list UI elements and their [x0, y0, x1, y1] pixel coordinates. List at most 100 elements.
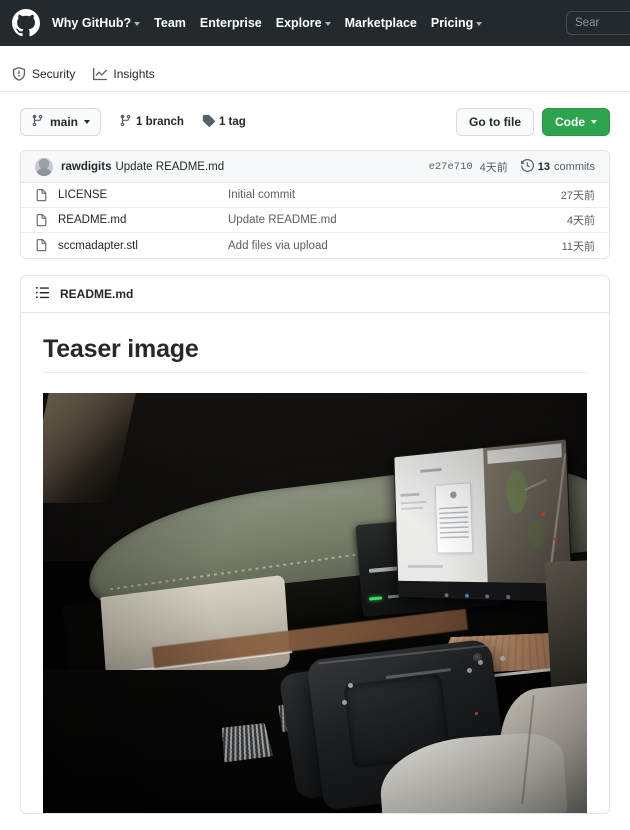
yoke-button	[347, 682, 353, 688]
chevron-down-icon	[476, 22, 483, 26]
global-nav: Why GitHub? Team Enterprise Explore Mark…	[52, 16, 483, 30]
history-icon	[520, 158, 534, 175]
branch-count-label: 1 branch	[136, 116, 184, 128]
nav-label: Explore	[275, 16, 322, 30]
latest-commit-bar: rawdigits Update README.md e27e710 4天前 1…	[21, 151, 609, 183]
go-to-file-label: Go to file	[469, 115, 521, 129]
screen-control-icon	[444, 592, 449, 597]
tab-label: Insights	[113, 67, 155, 81]
yoke-button	[478, 659, 484, 665]
commit-author[interactable]: rawdigits	[61, 161, 111, 173]
screen-control-icon	[484, 593, 489, 598]
readme-panel: README.md Teaser image	[20, 275, 610, 814]
table-row[interactable]: LICENSE Initial commit 27天前	[21, 183, 609, 208]
screen-text-line	[400, 500, 427, 505]
page-title: Teaser image	[43, 335, 587, 373]
file-list-box: rawdigits Update README.md e27e710 4天前 1…	[20, 150, 610, 259]
search-input[interactable]: Sear	[566, 11, 630, 35]
code-button[interactable]: Code	[542, 108, 610, 136]
branch-count[interactable]: 1 branch	[119, 114, 184, 130]
screen-control-icon	[464, 592, 469, 598]
search-placeholder-text: Sear	[575, 17, 600, 29]
teaser-image	[43, 393, 587, 813]
nav-item-explore[interactable]: Explore	[276, 16, 331, 30]
screen-title-bar	[419, 468, 442, 473]
file-commit-message[interactable]: Update README.md	[228, 214, 567, 226]
chevron-down-icon	[134, 22, 141, 26]
nav-label: Enterprise	[199, 16, 262, 30]
file-name[interactable]: sccmadapter.stl	[58, 240, 228, 252]
repository-main: main 1 branch 1 tag Go to file Code rawd…	[0, 92, 630, 814]
nav-label: Team	[154, 16, 186, 30]
nav-item-marketplace[interactable]: Marketplace	[345, 16, 417, 30]
accelerator-pedal	[221, 722, 274, 762]
code-label: Code	[555, 115, 585, 129]
readme-content: Teaser image	[21, 313, 609, 813]
repo-actions: Go to file Code	[456, 108, 610, 136]
global-header: Why GitHub? Team Enterprise Explore Mark…	[0, 0, 630, 46]
graph-icon	[93, 67, 108, 81]
git-branch-icon	[119, 114, 132, 130]
map-pin	[552, 536, 557, 540]
screen-footer-text	[407, 564, 443, 568]
table-row[interactable]: sccmadapter.stl Add files via upload 11天…	[21, 233, 609, 258]
file-icon	[35, 239, 49, 252]
chevron-down-icon	[324, 22, 331, 26]
screen-card-icon	[449, 490, 457, 498]
screen-card-lines	[439, 506, 469, 539]
file-commit-message[interactable]: Add files via upload	[228, 240, 562, 252]
tag-icon	[202, 114, 215, 130]
screen-text-line	[400, 492, 419, 497]
table-row[interactable]: README.md Update README.md 4天前	[21, 208, 609, 233]
nav-label: Pricing	[430, 16, 474, 30]
file-name[interactable]: README.md	[58, 214, 228, 226]
map-road	[549, 452, 566, 565]
map-road	[524, 478, 547, 490]
sidebar-item-insights[interactable]: Insights	[93, 67, 155, 91]
file-name[interactable]: LICENSE	[58, 189, 228, 201]
chevron-down-icon	[591, 120, 597, 124]
commit-message[interactable]: Update README.md	[115, 161, 224, 173]
screen-left-pane	[394, 447, 489, 599]
file-icon	[35, 213, 49, 227]
commit-sha[interactable]: e27e710	[429, 161, 473, 173]
repository-nav: Security Insights	[0, 46, 630, 92]
yoke-button	[342, 699, 348, 705]
screen-text-line	[400, 506, 423, 510]
map-pin	[540, 511, 546, 516]
tag-count-label: 1 tag	[218, 116, 246, 128]
file-commit-message[interactable]: Initial commit	[228, 189, 561, 201]
branch-selector-button[interactable]: main	[20, 108, 102, 136]
commits-label: commits	[554, 160, 595, 173]
tab-label: Security	[32, 67, 76, 81]
readme-header: README.md	[21, 276, 609, 313]
commits-count-link[interactable]: 13 commits	[520, 158, 595, 175]
avatar[interactable]	[35, 157, 53, 176]
branch-toolbar: main 1 branch 1 tag Go to file Code	[20, 108, 610, 136]
nav-item-pricing[interactable]: Pricing	[430, 16, 483, 30]
screen-control-icon	[505, 594, 511, 599]
chevron-down-icon	[84, 120, 91, 124]
nav-item-enterprise[interactable]: Enterprise	[200, 16, 262, 30]
nav-label: Marketplace	[344, 16, 417, 30]
sidebar-item-security[interactable]: Security	[12, 67, 75, 91]
github-octocat-icon[interactable]	[12, 9, 40, 37]
file-age: 27天前	[560, 190, 595, 202]
screen-card	[434, 481, 474, 554]
shield-icon	[12, 67, 26, 81]
git-branch-icon	[31, 114, 44, 130]
commit-date: 4天前	[479, 161, 508, 174]
file-age: 11天前	[561, 240, 595, 253]
commits-count: 13	[537, 160, 551, 173]
file-age: 4天前	[566, 215, 595, 227]
yoke-button	[499, 655, 505, 661]
file-icon	[35, 188, 49, 202]
list-unordered-icon[interactable]	[35, 285, 50, 303]
tag-count[interactable]: 1 tag	[202, 114, 246, 130]
go-to-file-button[interactable]: Go to file	[456, 108, 534, 136]
commit-meta: e27e710 4天前 13 commits	[429, 158, 595, 175]
nav-item-team[interactable]: Team	[154, 16, 186, 30]
readme-filename: README.md	[60, 287, 134, 301]
nav-item-why-github[interactable]: Why GitHub?	[52, 16, 141, 30]
nav-label: Why GitHub?	[52, 16, 132, 30]
